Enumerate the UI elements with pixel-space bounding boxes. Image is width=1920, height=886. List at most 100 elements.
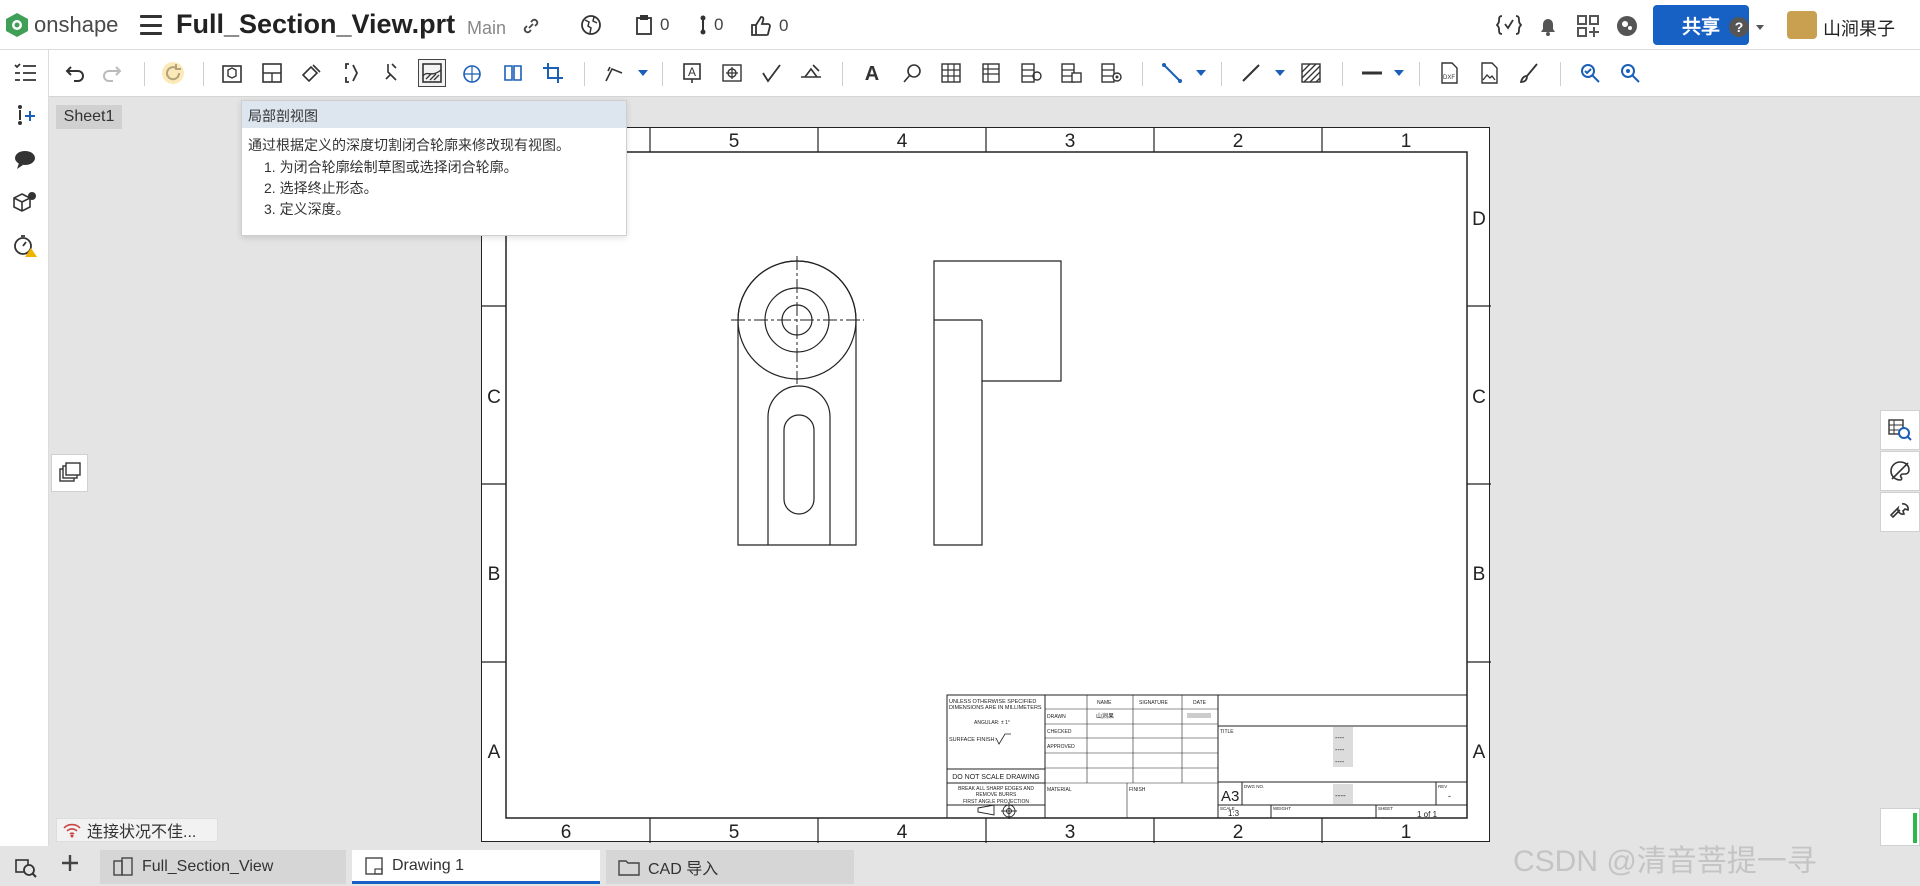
bom-table-button[interactable] [977, 59, 1005, 87]
material-label: MATERIAL [1047, 787, 1072, 793]
crop-view-button[interactable] [539, 59, 567, 87]
projected-view-icon [262, 63, 282, 83]
appearance-panel-button[interactable] [1880, 451, 1920, 491]
projected-view-button[interactable] [258, 59, 286, 87]
main-menu-icon[interactable] [140, 15, 162, 35]
onshape-logo[interactable]: onshape [4, 12, 118, 38]
signature-header: SIGNATURE [1139, 700, 1168, 706]
bom-properties-button[interactable] [10, 188, 40, 218]
detail-view-button[interactable] [459, 59, 487, 87]
line-weight-dropdown-icon[interactable] [1394, 70, 1404, 76]
line-style-dropdown-icon[interactable] [1275, 70, 1285, 76]
dxf-file-icon: DXF [1441, 62, 1458, 84]
dimension-button[interactable] [600, 59, 628, 87]
branches-counter[interactable]: 0 [698, 14, 723, 36]
zone-label-bottom: 6 [561, 822, 572, 843]
properties-panel-button[interactable] [1880, 492, 1920, 532]
likes-counter[interactable]: 0 [749, 14, 788, 38]
likes-count: 0 [779, 16, 789, 35]
bottom-right-panel-button[interactable] [1880, 808, 1920, 846]
zone-label-bottom: 5 [729, 822, 740, 843]
redo-button[interactable] [99, 59, 127, 87]
versions-counter[interactable]: 0 [634, 14, 669, 36]
line-icon [1162, 63, 1182, 83]
svg-text:DXF: DXF [1443, 75, 1455, 81]
connection-warning-icon [63, 823, 81, 838]
refresh-icon [162, 62, 184, 84]
dwg-no-value: ---- [1335, 791, 1346, 800]
inspection-panel-button[interactable] [1880, 410, 1920, 450]
insert-button[interactable] [10, 100, 40, 130]
callout-icon [903, 64, 921, 83]
layers-button[interactable] [51, 454, 88, 492]
notifications-bell-icon[interactable] [1537, 15, 1559, 37]
zone-label-top: 3 [1065, 131, 1076, 152]
add-tab-button[interactable] [60, 849, 80, 880]
surface-finish-button[interactable] [758, 59, 786, 87]
insert-view-button[interactable] [218, 59, 246, 87]
zone-label-top: 4 [897, 131, 908, 152]
variables-icon[interactable] [1496, 14, 1522, 36]
centermark-button[interactable] [718, 59, 746, 87]
insert-image-button[interactable] [1475, 59, 1503, 87]
globe-icon[interactable] [580, 14, 602, 36]
update-button[interactable] [159, 59, 187, 87]
insert-view-icon [222, 65, 242, 83]
weld-symbol-button[interactable] [797, 59, 825, 87]
sheet-tab[interactable]: Sheet1 [56, 105, 122, 129]
bom-table-icon [982, 63, 1000, 83]
aligned-section-button[interactable] [380, 59, 408, 87]
connection-status[interactable]: 连接状况不佳... [56, 818, 218, 842]
tab-full-section-view[interactable]: Full_Section_View [100, 850, 346, 884]
document-title[interactable]: Full_Section_View.prt [176, 9, 455, 40]
user-name[interactable]: 山涧果子 [1823, 15, 1895, 41]
branch-label[interactable]: Main [467, 18, 506, 39]
inspection-settings-button[interactable] [1616, 59, 1644, 87]
tab-drawing-1[interactable]: Drawing 1 [352, 850, 600, 884]
part-studio-icon [113, 857, 133, 876]
tooltip-broken-out-section: 局部剖视图 通过根据定义的深度切割闭合轮廓来修改现有视图。 1. 为闭合轮廓绘制… [241, 100, 627, 236]
revision-table-button[interactable] [1057, 59, 1085, 87]
cutlist-table-button[interactable] [1097, 59, 1125, 87]
dimension-icon [605, 66, 623, 82]
zone-label-right: D [1472, 209, 1486, 230]
performance-button[interactable] [10, 230, 40, 260]
wrench-icon [1889, 503, 1909, 519]
section-view-button[interactable] [339, 59, 367, 87]
undo-icon [65, 66, 84, 82]
comment-icon [15, 151, 35, 169]
dimension-dropdown-icon[interactable] [638, 70, 648, 76]
export-dxf-button[interactable]: DXF [1435, 59, 1463, 87]
tooltip-step: 3. 定义深度。 [264, 201, 350, 217]
broken-out-section-button[interactable] [418, 59, 446, 87]
learning-center-icon[interactable] [1615, 14, 1639, 38]
line-dropdown-icon[interactable] [1196, 70, 1206, 76]
tab-cad-import[interactable]: CAD 导入 [606, 850, 854, 884]
table-button[interactable] [937, 59, 965, 87]
drawing-sheet[interactable]: 5 4 3 2 1 6 5 4 3 2 1 D C C B B A A UNLE… [481, 127, 1491, 843]
callout-button[interactable] [898, 59, 926, 87]
text-button[interactable]: A [858, 59, 886, 87]
hatch-button[interactable] [1297, 59, 1325, 87]
stacked-views-icon [58, 462, 81, 482]
hole-table-button[interactable] [1017, 59, 1045, 87]
app-store-icon[interactable] [1576, 14, 1600, 38]
inspection-button[interactable] [1576, 59, 1604, 87]
search-tabs-icon[interactable] [14, 858, 38, 878]
front-view-centerlines [731, 256, 864, 384]
format-painter-button[interactable] [1515, 59, 1543, 87]
note-button[interactable]: A [678, 59, 706, 87]
checked-label: CHECKED [1047, 729, 1072, 735]
auxiliary-view-button[interactable] [298, 59, 326, 87]
help-icon[interactable]: ? [1728, 16, 1766, 38]
line-weight-button[interactable] [1358, 59, 1386, 87]
line-style-button[interactable] [1237, 59, 1265, 87]
comments-button[interactable] [10, 145, 40, 175]
break-view-button[interactable] [499, 59, 527, 87]
crop-icon [543, 63, 563, 83]
line-button[interactable] [1158, 59, 1186, 87]
user-avatar[interactable] [1787, 11, 1817, 39]
feature-list-button[interactable] [10, 58, 40, 88]
undo-button[interactable] [60, 59, 88, 87]
link-icon[interactable] [522, 17, 540, 35]
